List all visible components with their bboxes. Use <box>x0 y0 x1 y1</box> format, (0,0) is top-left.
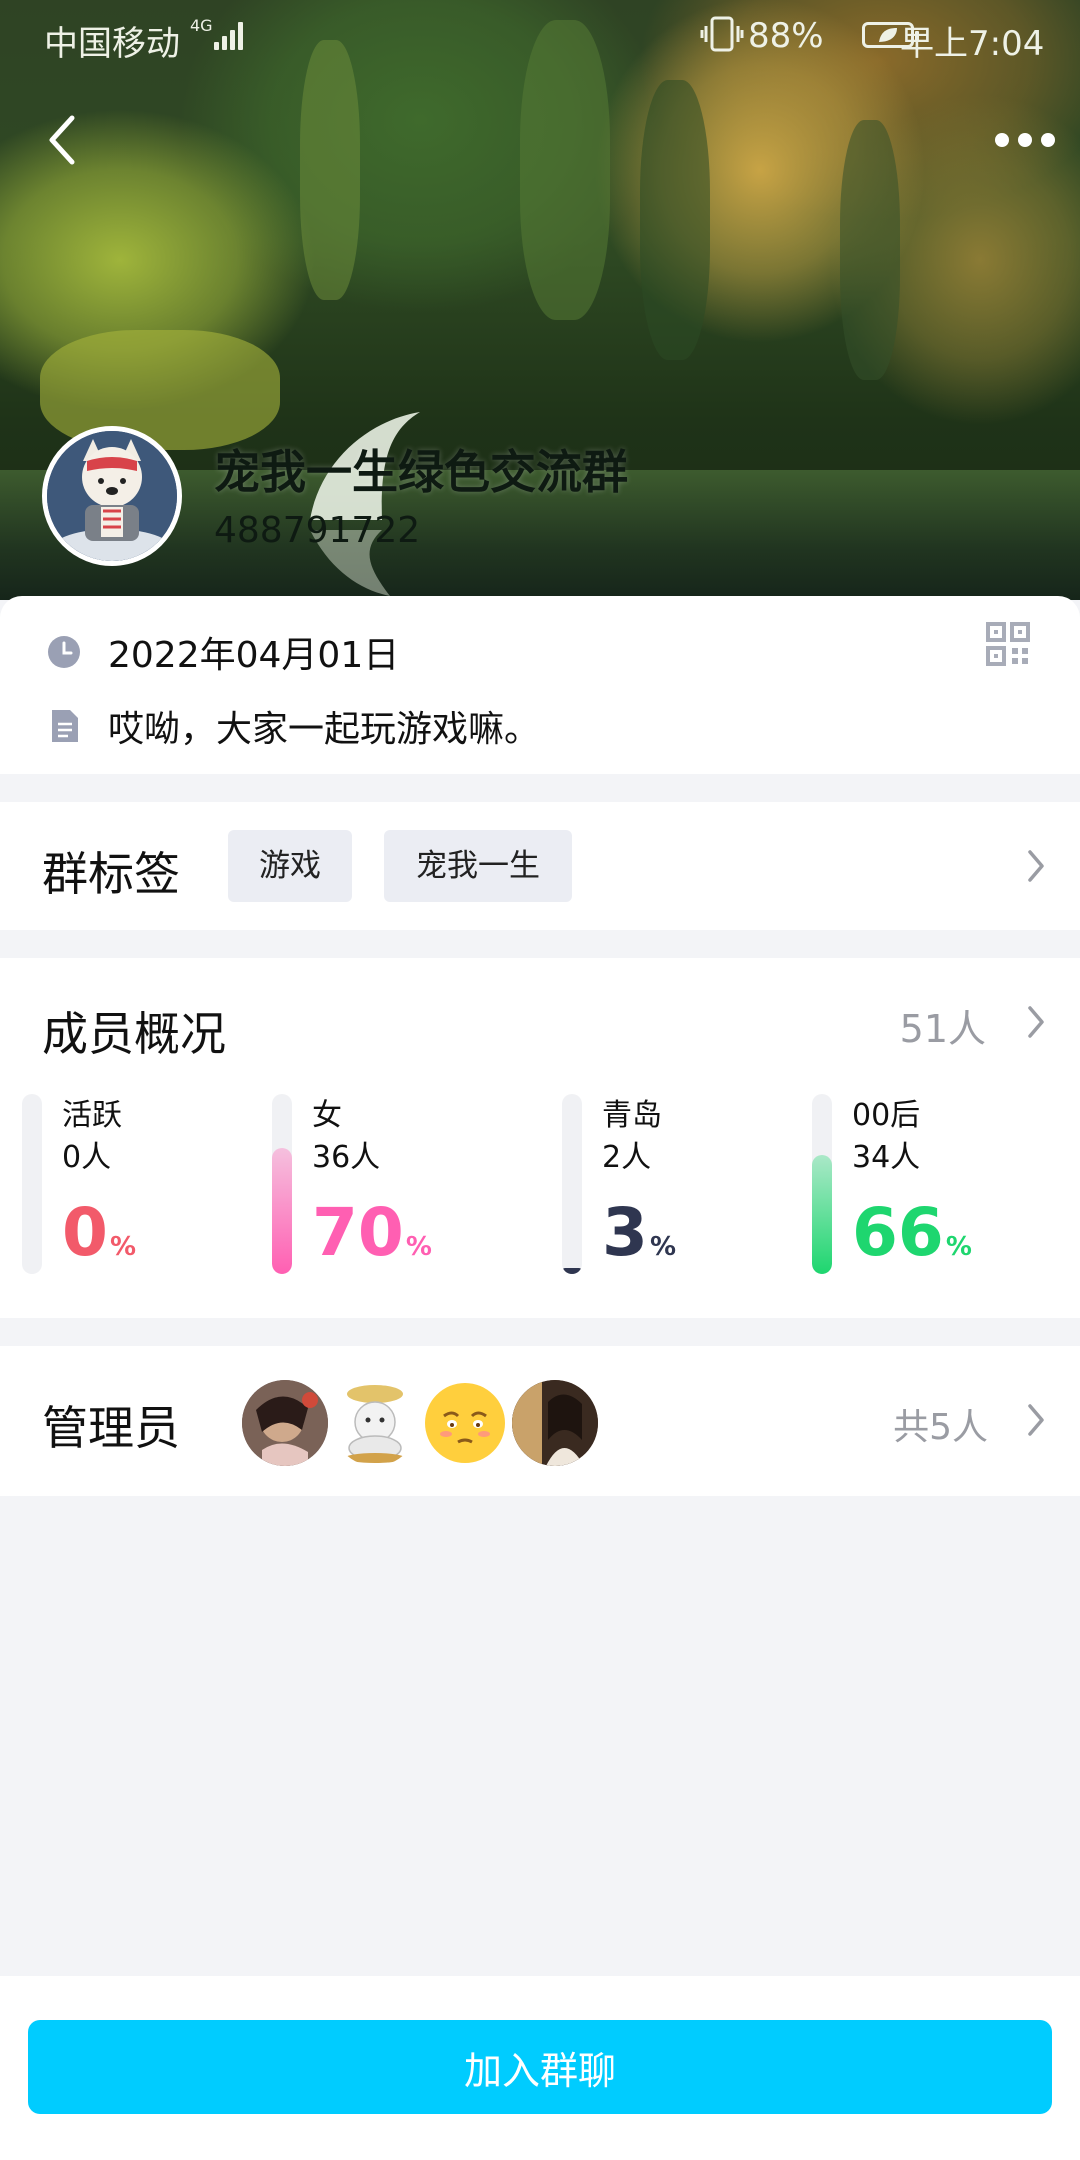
stat-percent: 70% <box>312 1194 432 1271</box>
admin-avatar[interactable] <box>332 1380 418 1466</box>
group-description: 哎呦，大家一起玩游戏嘛。 <box>108 709 541 750</box>
admin-avatar[interactable] <box>512 1380 598 1466</box>
chevron-right-icon[interactable] <box>1024 1400 1048 1440</box>
tags-title: 群标签 <box>42 847 180 901</box>
stat-count: 2人 <box>602 1140 652 1175</box>
stat-percent: 3% <box>602 1194 676 1271</box>
progress-track <box>812 1094 832 1274</box>
admin-total[interactable]: 共5人 <box>893 1398 988 1450</box>
group-name: 宠我一生绿色交流群 <box>214 445 628 499</box>
admins-card[interactable]: 管理员 共5人 <box>0 1346 1080 1496</box>
network-type: 4G <box>190 16 213 35</box>
back-arrow-icon[interactable] <box>38 108 88 172</box>
chevron-right-icon[interactable] <box>1024 846 1048 886</box>
members-title: 成员概况 <box>42 1007 226 1061</box>
progress-track <box>562 1094 582 1274</box>
stat-percent: 0% <box>62 1194 136 1271</box>
chevron-right-icon[interactable] <box>1024 1002 1048 1042</box>
carrier-name: 中国移动 <box>44 24 180 64</box>
stat-active: 活跃 0人 0% <box>22 1094 262 1274</box>
created-date: 2022年04月01日 <box>108 635 400 676</box>
stat-count: 36人 <box>312 1140 381 1175</box>
stat-count: 0人 <box>62 1140 112 1175</box>
group-tags-card[interactable]: 群标签 游戏 宠我一生 <box>0 802 1080 930</box>
progress-fill <box>812 1155 832 1274</box>
admin-avatar[interactable] <box>242 1380 328 1466</box>
stat-label: 00后 <box>852 1098 921 1133</box>
stat-label: 女 <box>312 1098 342 1133</box>
progress-fill <box>272 1148 292 1274</box>
group-info-card: 2022年04月01日 哎呦，大家一起玩游戏嘛。 <box>0 596 1080 774</box>
clock-icon <box>48 636 80 668</box>
admins-title: 管理员 <box>42 1401 180 1455</box>
stat-female: 女 36人 70% <box>272 1094 512 1274</box>
group-avatar[interactable] <box>42 426 182 566</box>
progress-track <box>22 1094 42 1274</box>
tag-item[interactable]: 宠我一生 <box>384 830 572 902</box>
battery-percent: 88% <box>748 16 824 56</box>
stat-percent: 66% <box>852 1194 972 1271</box>
stat-region: 青岛 2人 3% <box>562 1094 802 1274</box>
stat-age: 00后 34人 66% <box>812 1094 1052 1274</box>
join-group-button[interactable]: 加入群聊 <box>28 2020 1052 2114</box>
status-bar: 中国移动 4G 88% 早上7:04 <box>0 0 1080 72</box>
stat-count: 34人 <box>852 1140 921 1175</box>
qr-code-icon[interactable] <box>986 622 1030 666</box>
group-id: 488791722 <box>214 510 421 551</box>
members-overview-card: 成员概况 51人 活跃 0人 0% 女 36人 70% 青岛 2人 3% 00后… <box>0 958 1080 1318</box>
description-row: 哎呦，大家一起玩游戏嘛。 <box>46 700 540 752</box>
vibrate-icon <box>700 16 744 52</box>
created-date-row: 2022年04月01日 <box>46 626 399 678</box>
more-options-icon[interactable] <box>990 118 1060 162</box>
stat-label: 青岛 <box>602 1098 662 1133</box>
clock: 早上7:04 <box>900 24 1045 64</box>
progress-track <box>272 1094 292 1274</box>
document-icon <box>52 710 78 742</box>
tag-item[interactable]: 游戏 <box>228 830 352 902</box>
member-count[interactable]: 51人 <box>900 998 986 1053</box>
admin-avatar[interactable] <box>422 1380 508 1466</box>
stat-label: 活跃 <box>62 1098 122 1133</box>
signal-icon <box>214 20 248 50</box>
progress-fill <box>562 1268 582 1274</box>
